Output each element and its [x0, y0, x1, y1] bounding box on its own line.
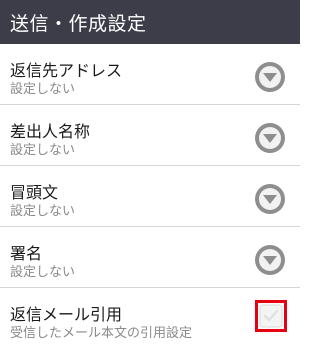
setting-value: 設定しない	[10, 204, 76, 219]
title-bar: 送信・作成設定	[0, 0, 300, 44]
setting-row-reply-quote[interactable]: 返信メール引用 受信したメール本文の引用設定	[0, 288, 300, 350]
setting-row-opening-text[interactable]: 冒頭文 設定しない	[0, 166, 300, 227]
reply-quote-checkbox[interactable]	[255, 300, 287, 332]
settings-list: 返信先アドレス 設定しない 差出人名称 設定しない 冒頭文 設定しない 署名 設…	[0, 44, 300, 350]
setting-value: 設定しない	[10, 82, 76, 97]
setting-label: 返信先アドレス	[10, 61, 123, 80]
chevron-down-circle-icon[interactable]	[254, 122, 286, 154]
setting-label: 冒頭文	[10, 183, 59, 202]
setting-value: 設定しない	[10, 143, 76, 158]
chevron-down-circle-icon[interactable]	[254, 183, 286, 215]
setting-row-sender-name[interactable]: 差出人名称 設定しない	[0, 105, 300, 166]
page-title: 送信・作成設定	[10, 12, 147, 35]
setting-row-reply-address[interactable]: 返信先アドレス 設定しない	[0, 44, 300, 105]
setting-label: 差出人名称	[10, 122, 91, 141]
chevron-down-circle-icon[interactable]	[254, 244, 286, 276]
setting-row-signature[interactable]: 署名 設定しない	[0, 227, 300, 288]
setting-label: 返信メール引用	[10, 305, 123, 324]
setting-value: 設定しない	[10, 265, 76, 280]
setting-label: 署名	[10, 244, 43, 263]
checkbox-icon	[259, 304, 283, 328]
setting-description: 受信したメール本文の引用設定	[10, 326, 193, 341]
chevron-down-circle-icon[interactable]	[254, 61, 286, 93]
